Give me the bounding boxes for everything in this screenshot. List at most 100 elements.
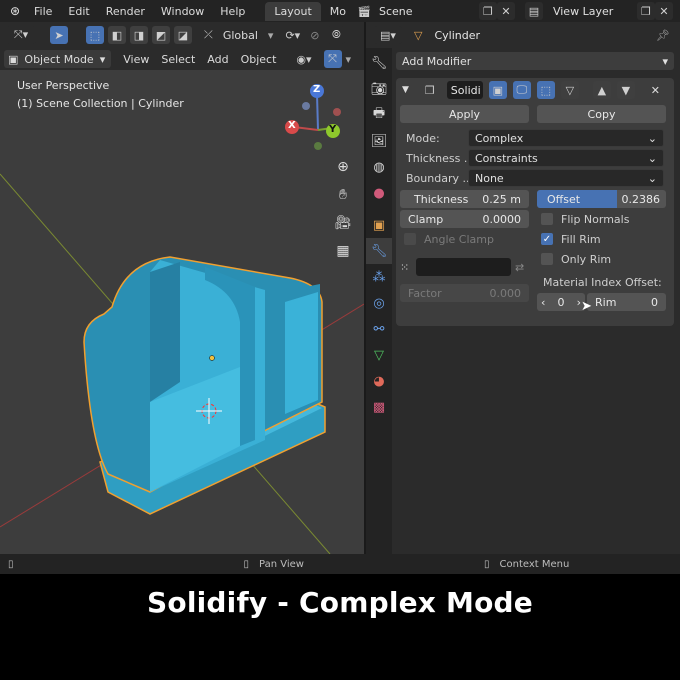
thickness-value: 0.25 m <box>482 192 521 206</box>
object-mode-label: Object Mode <box>24 52 94 66</box>
close-icon[interactable]: ✕ <box>651 84 660 97</box>
vertex-group-field[interactable] <box>416 258 511 276</box>
offset-value: 0.2386 <box>621 192 661 206</box>
apply-button[interactable]: Apply <box>400 105 529 123</box>
constraints-tab-icon[interactable]: ⚯ <box>366 316 392 342</box>
collapse-arrow-icon[interactable]: ▼ <box>402 85 409 95</box>
thickness-field[interactable]: Thickness 0.25 m <box>400 190 529 208</box>
menu-add[interactable]: Add <box>201 50 234 68</box>
menu-edit[interactable]: Edit <box>60 5 97 18</box>
editor-type-icon[interactable]: ⤧▾ <box>6 26 36 44</box>
fill-rim-label: Fill Rim <box>561 232 601 246</box>
modifier-panel: Add Modifier ▾ ▼ ❒ Solidi ▣ 🖵︎ ⬚ ▽ ▲ ▼ ✕… <box>396 52 676 326</box>
offset-label: Offset <box>547 192 581 206</box>
rim-index-field[interactable]: Rim 0 <box>587 293 666 311</box>
properties-editor: ▤▾ ▽ Cylinder 📌︎ 🔧︎ 📷︎ 🖶 🖼︎ ◍ ● ▣ 🔧︎ ⁂ ◎… <box>366 22 680 554</box>
mouse-left-icon: ▯ <box>8 558 14 570</box>
tab-layout[interactable]: Layout <box>265 1 321 21</box>
cage-toggle-icon[interactable]: ⬚ <box>536 81 555 99</box>
invert-arrows-icon[interactable]: ⇄ <box>515 261 524 274</box>
select-box-icon[interactable]: ⬚ <box>86 26 104 44</box>
gizmo-toggle-icon[interactable]: ⤧ <box>323 50 342 68</box>
move-down-icon[interactable]: ▼ <box>616 81 635 99</box>
proportional-edit-icon[interactable]: ⦾ <box>327 26 346 44</box>
zoom-icon[interactable]: ⊕ <box>332 156 354 178</box>
particles-tab-icon[interactable]: ⁂ <box>366 264 392 290</box>
menu-render[interactable]: Render <box>98 5 153 18</box>
add-modifier-dropdown[interactable]: Add Modifier ▾ <box>396 52 674 70</box>
transform-orientation-dropdown[interactable]: Global <box>217 26 264 44</box>
chevron-down-icon: ⌄ <box>647 171 657 185</box>
viewport-toggle-icon[interactable]: 🖵︎ <box>512 81 531 99</box>
pivot-icon[interactable]: ⟳▾ <box>285 29 300 42</box>
tool-tab-icon[interactable]: 🔧︎ <box>366 50 392 76</box>
3d-viewport[interactable]: ⤧▾ ➤ ⬚ ◧ ◨ ◩ ◪ ⤫ Global ▾ ⟳▾ ⊘ ⦾ ▣ Objec… <box>0 22 364 554</box>
snap-icon[interactable]: ⊘ <box>310 29 319 42</box>
chevron-down-icon: ▾ <box>267 28 274 42</box>
delete-view-layer-icon[interactable]: ✕ <box>654 2 673 20</box>
scene-name[interactable]: Scene <box>379 5 479 18</box>
render-toggle-icon[interactable]: ▽ <box>560 81 579 99</box>
mouse-middle-icon: ▯ <box>243 558 250 570</box>
chevron-down-icon[interactable]: ▾ <box>346 53 352 66</box>
select-invert-icon[interactable]: ◪ <box>174 26 192 44</box>
pan-hand-icon[interactable]: ✋︎ <box>332 184 354 206</box>
select-extend-icon[interactable]: ◧ <box>108 26 126 44</box>
view-layer-icon[interactable]: ▤ <box>524 2 543 20</box>
mode-dropdown[interactable]: Complex ⌄ <box>468 129 664 147</box>
material-tab-icon[interactable]: ◕ <box>366 368 392 394</box>
material-index-value: 0 <box>557 295 565 309</box>
blender-logo-icon[interactable]: ⊛ <box>4 4 26 18</box>
new-view-layer-icon[interactable]: ❐ <box>636 2 655 20</box>
camera-icon[interactable]: 🎥︎ <box>332 212 354 234</box>
factor-field[interactable]: Factor 0.000 <box>400 284 529 302</box>
clamp-field[interactable]: Clamp 0.0000 <box>400 210 529 228</box>
menu-view[interactable]: View <box>117 50 155 68</box>
move-up-icon[interactable]: ▲ <box>592 81 611 99</box>
transform-orientation-icon[interactable]: ⤫ <box>204 28 213 42</box>
copy-button[interactable]: Copy <box>537 105 666 123</box>
data-tab-icon[interactable]: ▽ <box>366 342 392 368</box>
menu-select[interactable]: Select <box>155 50 201 68</box>
visibility-icon[interactable]: ◉▾ <box>296 53 311 66</box>
render-tab-icon[interactable]: 📷︎ <box>366 76 392 102</box>
menu-help[interactable]: Help <box>212 5 253 18</box>
object-tab-icon[interactable]: ▣ <box>366 212 392 238</box>
angle-clamp-checkbox[interactable] <box>404 233 416 245</box>
tab-modeling[interactable]: Mo <box>321 2 355 21</box>
scene-tab-icon[interactable]: ◍ <box>366 154 392 180</box>
texture-tab-icon[interactable]: ▩ <box>366 394 392 420</box>
menu-object[interactable]: Object <box>235 50 283 68</box>
physics-tab-icon[interactable]: ◎ <box>366 290 392 316</box>
material-index-field[interactable]: ‹ 0 › <box>537 293 585 311</box>
new-scene-icon[interactable]: ❐ <box>478 2 497 20</box>
menu-window[interactable]: Window <box>153 5 212 18</box>
view-layer-tab-icon[interactable]: 🖼︎ <box>366 128 392 154</box>
only-rim-checkbox[interactable] <box>541 253 553 265</box>
select-intersect-icon[interactable]: ◩ <box>152 26 170 44</box>
view-layer-name[interactable]: View Layer <box>553 5 637 18</box>
perspective-grid-icon[interactable]: ▦ <box>332 240 354 262</box>
object-mode-dropdown[interactable]: ▣ Object Mode ▾ <box>4 50 112 68</box>
delete-scene-icon[interactable]: ✕ <box>496 2 515 20</box>
viewport-header-menus: ▣ Object Mode ▾ View Select Add Object ◉… <box>0 48 364 70</box>
decrement-icon[interactable]: ‹ <box>541 296 545 309</box>
chevron-down-icon: ▾ <box>99 52 106 66</box>
select-tool-icon[interactable]: ➤ <box>50 26 68 44</box>
output-tab-icon[interactable]: 🖶 <box>366 102 392 128</box>
select-subtract-icon[interactable]: ◨ <box>130 26 148 44</box>
boundary-dropdown[interactable]: None ⌄ <box>468 169 664 187</box>
mouse-cursor-icon: ➤ <box>581 299 592 314</box>
pin-icon[interactable]: 📌︎ <box>656 29 670 42</box>
scene-icon[interactable]: 🎬︎ <box>357 5 371 18</box>
world-tab-icon[interactable]: ● <box>366 180 392 206</box>
thickness-mode-dropdown[interactable]: Constraints ⌄ <box>468 149 664 167</box>
edit-mode-toggle-icon[interactable]: ▣ <box>488 81 507 99</box>
flip-normals-checkbox[interactable] <box>541 213 553 225</box>
menu-file[interactable]: File <box>26 5 60 18</box>
offset-slider[interactable]: Offset 0.2386 <box>537 190 666 208</box>
fill-rim-checkbox[interactable]: ✓ <box>541 233 553 245</box>
modifier-tab-icon[interactable]: 🔧︎ <box>366 238 392 264</box>
editor-type-icon[interactable]: ▤▾ <box>374 26 402 44</box>
modifier-name-field[interactable]: Solidi <box>446 81 483 99</box>
